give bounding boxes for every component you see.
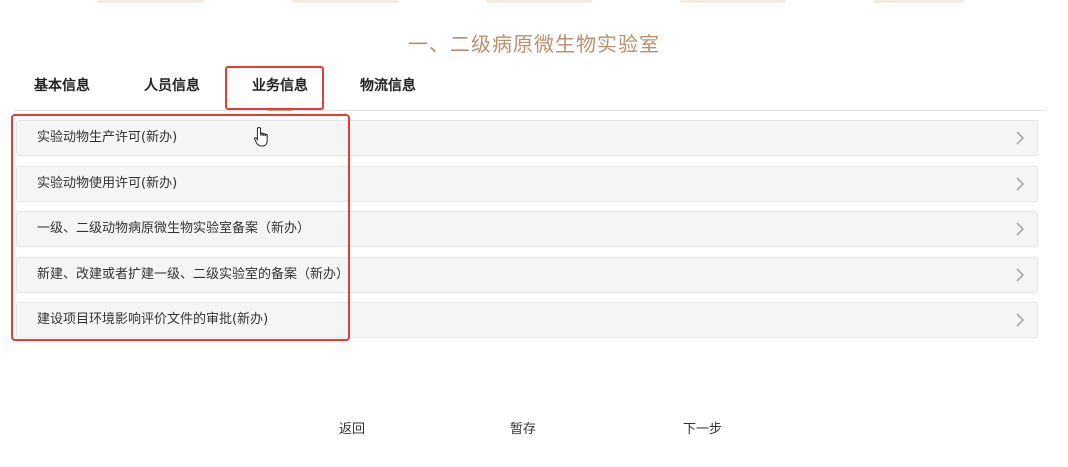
- save-draft-button[interactable]: 暂存: [504, 414, 542, 441]
- highlight-box-tab: [225, 66, 324, 110]
- tab-basic-info[interactable]: 基本信息: [34, 62, 90, 110]
- chevron-right-icon: [1016, 222, 1024, 236]
- hand-pointer-icon: [253, 126, 268, 147]
- highlight-box-list: [11, 114, 350, 341]
- top-decoration: [0, 0, 1068, 6]
- top-bar: [874, 0, 964, 3]
- top-bar: [98, 0, 204, 3]
- top-bar: [680, 0, 786, 3]
- tab-logistics-info[interactable]: 物流信息: [360, 62, 416, 110]
- top-bar: [486, 0, 592, 3]
- chevron-right-icon: [1016, 177, 1024, 191]
- back-button[interactable]: 返回: [333, 414, 371, 441]
- chevron-right-icon: [1016, 268, 1024, 282]
- tab-personnel-info[interactable]: 人员信息: [144, 62, 200, 110]
- next-step-button[interactable]: 下一步: [677, 414, 728, 441]
- chevron-right-icon: [1016, 313, 1024, 327]
- tab-bar: 基本信息 人员信息 业务信息 物流信息: [14, 62, 1046, 111]
- page-title: 一、二级病原微生物实验室: [408, 32, 660, 56]
- chevron-right-icon: [1016, 131, 1024, 145]
- top-bar: [292, 0, 398, 3]
